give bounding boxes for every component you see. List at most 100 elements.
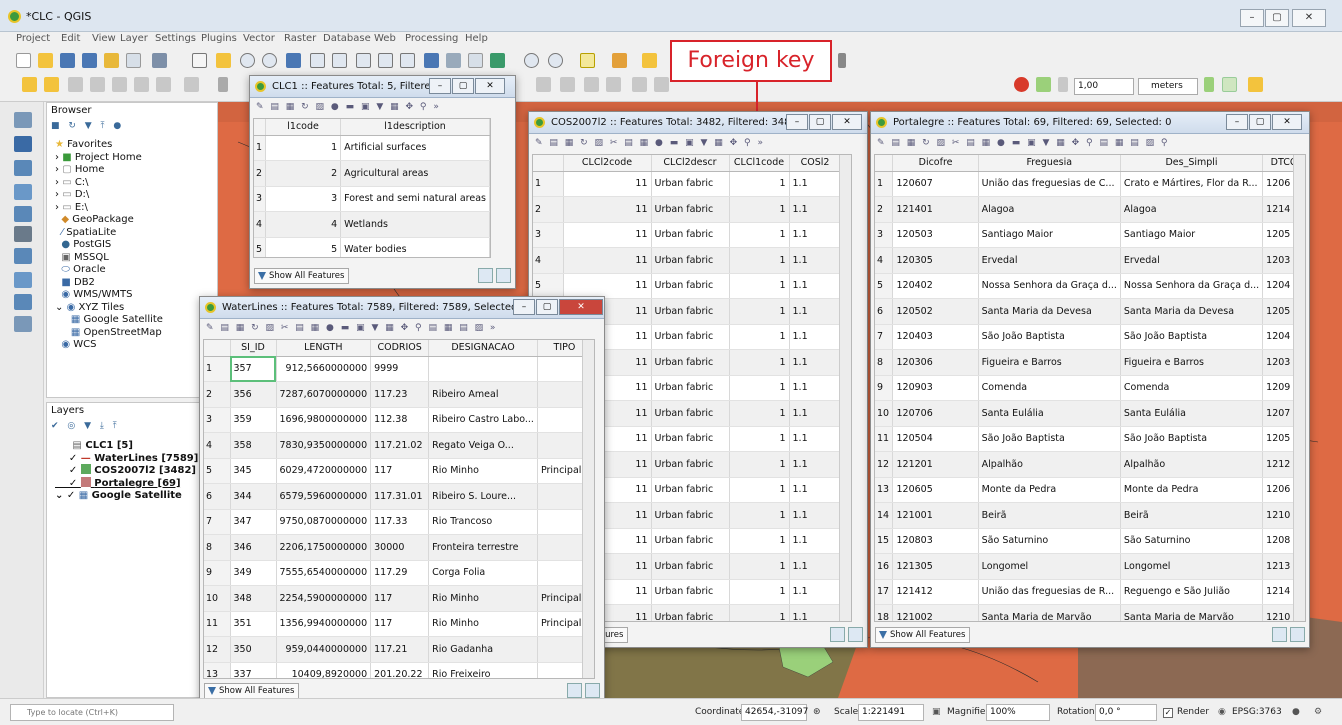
table-row[interactable]: 2 356 7287,6070000000 117.23 Ribeiro Ameal: [204, 381, 592, 408]
table-cell[interactable]: Rio Minho: [428, 458, 538, 484]
table-cell[interactable]: 1.1: [789, 171, 842, 197]
table-row[interactable]: 3 3 Forest and semi natural areas: [254, 186, 490, 212]
table-cell[interactable]: Forest and semi natural areas: [340, 186, 490, 212]
snap-tolerance-input[interactable]: 1,00: [1074, 78, 1134, 95]
table-cell[interactable]: Urban fabric: [651, 426, 730, 452]
row-number[interactable]: 3: [204, 407, 231, 433]
table-cell[interactable]: Urban fabric: [651, 553, 730, 580]
browser-item-d[interactable]: › ▭ D:\: [55, 189, 163, 202]
table-cell[interactable]: Figueira e Barros: [978, 349, 1121, 376]
row-number[interactable]: 6: [875, 298, 894, 325]
table-cell[interactable]: Artificial surfaces: [340, 135, 490, 161]
table-cell[interactable]: Rio Freixeiro: [428, 662, 538, 678]
new-layer-icon[interactable]: [14, 316, 32, 332]
table-cell[interactable]: Agricultural areas: [340, 160, 490, 187]
table-row[interactable]: 12 350 959,0440000000 117.21 Rio Gadanha: [204, 636, 592, 663]
table-cell[interactable]: 117.23: [370, 381, 430, 408]
row-number[interactable]: 13: [204, 662, 231, 678]
table-cell[interactable]: Santiago Maior: [1120, 222, 1264, 248]
table-cell[interactable]: 1: [729, 579, 790, 605]
row-number[interactable]: 18: [875, 604, 894, 621]
table-row[interactable]: 8 346 2206,1750000000 30000 Fronteira terres…: [204, 534, 592, 561]
column-header-l1description[interactable]: l1description: [340, 119, 490, 136]
table-cell[interactable]: 356: [230, 381, 277, 408]
table-cell[interactable]: Ervedal: [978, 247, 1121, 274]
table-cell[interactable]: Comenda: [978, 375, 1121, 401]
table-row[interactable]: 17 121412 União das freguesias de R... Regu…: [875, 579, 1305, 605]
table-cell[interactable]: 1: [729, 273, 790, 299]
column-header-l1code[interactable]: l1code: [265, 119, 342, 136]
units-select[interactable]: meters: [1138, 78, 1198, 95]
table-cell[interactable]: 1: [729, 324, 790, 350]
table-cell[interactable]: 1.1: [789, 553, 842, 580]
row-number[interactable]: 10: [875, 400, 894, 427]
table-cell[interactable]: Urban fabric: [651, 375, 730, 401]
table-cell[interactable]: Wetlands: [340, 211, 490, 238]
table-cell[interactable]: Santiago Maior: [978, 222, 1121, 248]
table-cell[interactable]: 1.1: [789, 324, 842, 350]
column-header-clcl2code[interactable]: CLCl2code: [563, 155, 652, 172]
toggle-extents-icon[interactable]: ⊛: [813, 707, 821, 717]
table-cell[interactable]: 1.1: [789, 604, 842, 621]
table-cell[interactable]: 4: [265, 211, 342, 238]
browser-item-project-home[interactable]: › ■ Project Home: [55, 152, 163, 165]
table-cell[interactable]: 1: [265, 135, 342, 161]
table-cell[interactable]: 1696,9800000000: [276, 407, 372, 433]
row-number[interactable]: 9: [204, 560, 231, 586]
rotation-field[interactable]: 0,0 °: [1095, 704, 1157, 721]
table-cell[interactable]: 121201: [892, 451, 979, 478]
table-cell[interactable]: 5: [265, 237, 342, 257]
edit-pencil-icon[interactable]: [218, 77, 228, 92]
table-cell[interactable]: Urban fabric: [651, 604, 730, 621]
table-cell[interactable]: Rio Minho: [428, 585, 538, 612]
table-cell[interactable]: 120503: [892, 222, 979, 248]
table-cell[interactable]: 1.1: [789, 477, 842, 503]
table-row[interactable]: 11 351 1356,9940000000 117 Rio Minho Principa…: [204, 611, 592, 637]
row-number[interactable]: 12: [204, 636, 231, 663]
row-number[interactable]: 4: [254, 211, 267, 238]
add-geopackage-icon[interactable]: [14, 184, 32, 200]
table-row[interactable]: 1 357 912,5660000000 9999: [204, 356, 592, 382]
table-cell[interactable]: 1.1: [789, 579, 842, 605]
render-checkbox[interactable]: ✓: [1163, 708, 1173, 718]
refresh-icon[interactable]: [490, 53, 505, 68]
table-cell[interactable]: São João Baptista: [978, 426, 1121, 452]
abc-label-icon[interactable]: [22, 77, 37, 92]
table-view-icon[interactable]: [585, 683, 600, 698]
row-number[interactable]: 12: [875, 451, 894, 478]
menu-settings[interactable]: Settings: [155, 33, 196, 44]
table-cell[interactable]: [428, 356, 538, 382]
table-row[interactable]: 16 121305 Longomel Longomel 1213: [875, 553, 1305, 580]
table-cell[interactable]: 117: [370, 611, 430, 637]
table-row[interactable]: 10 120706 Santa Eulália Santa Eulália 1207: [875, 400, 1305, 427]
add-vector-layer-icon[interactable]: [14, 112, 32, 128]
clc1-attribute-window[interactable]: CLC1 :: Features Total: 5, Filtered:... …: [249, 75, 516, 289]
table-cell[interactable]: 1: [729, 426, 790, 452]
table-cell[interactable]: 959,0440000000: [276, 636, 372, 663]
table-cell[interactable]: Urban fabric: [651, 196, 730, 223]
save-as-icon[interactable]: [82, 53, 97, 68]
table-cell[interactable]: 117.31.01: [370, 483, 430, 510]
table-cell[interactable]: 3: [265, 186, 342, 212]
table-cell[interactable]: Santa Maria de Marvão: [1120, 604, 1264, 621]
portalegre-vertical-scrollbar[interactable]: [1293, 155, 1305, 621]
table-cell[interactable]: Urban fabric: [651, 171, 730, 197]
layer-item-google-satellite[interactable]: ⌄ ✓ ▦ Google Satellite: [55, 489, 198, 502]
abc-move-icon[interactable]: [112, 77, 127, 92]
zoom-next-icon[interactable]: [400, 53, 415, 68]
table-cell[interactable]: Beirã: [1120, 502, 1264, 529]
table-cell[interactable]: 1: [729, 222, 790, 248]
table-cell[interactable]: 912,5660000000: [276, 356, 372, 382]
table-cell[interactable]: Urban fabric: [651, 273, 730, 299]
browser-item-geopackage[interactable]: ◆ GeoPackage: [55, 214, 163, 227]
form-view-icon[interactable]: [830, 627, 845, 642]
maximize-button[interactable]: ▢: [536, 299, 558, 315]
zoom-last-icon[interactable]: [378, 53, 393, 68]
table-row[interactable]: 2 11 Urban fabric 1 1.1: [533, 196, 842, 223]
row-number[interactable]: 16: [875, 553, 894, 580]
browser-item-e[interactable]: › ▭ E:\: [55, 202, 163, 215]
table-cell[interactable]: São João Baptista: [978, 324, 1121, 350]
table-cell[interactable]: São Saturnino: [1120, 528, 1264, 554]
table-cell[interactable]: 347: [230, 509, 277, 535]
table-row[interactable]: 7 120403 São João Baptista São João Baptist…: [875, 324, 1305, 350]
